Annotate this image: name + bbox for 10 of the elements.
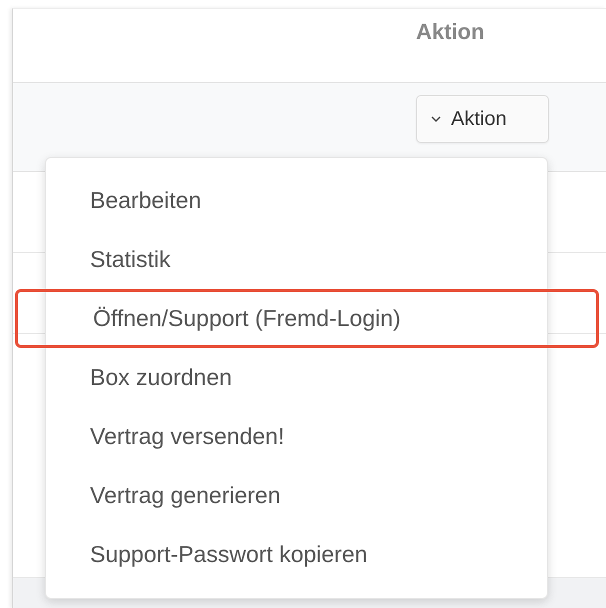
menu-item[interactable]: Box zuordnen bbox=[46, 348, 547, 407]
menu-item[interactable]: Support-Passwort kopieren bbox=[46, 525, 547, 584]
caret-icon bbox=[431, 116, 441, 122]
menu-item[interactable]: Öffnen/Support (Fremd-Login) bbox=[15, 289, 599, 348]
column-header: Aktion bbox=[416, 19, 484, 46]
menu-item[interactable]: Statistik bbox=[46, 230, 547, 289]
menu-item[interactable]: Vertrag generieren bbox=[46, 466, 547, 525]
menu-item[interactable]: Bearbeiten bbox=[46, 171, 547, 230]
action-button[interactable]: Aktion bbox=[416, 95, 549, 143]
menu-item[interactable]: Vertrag versenden! bbox=[46, 407, 547, 466]
